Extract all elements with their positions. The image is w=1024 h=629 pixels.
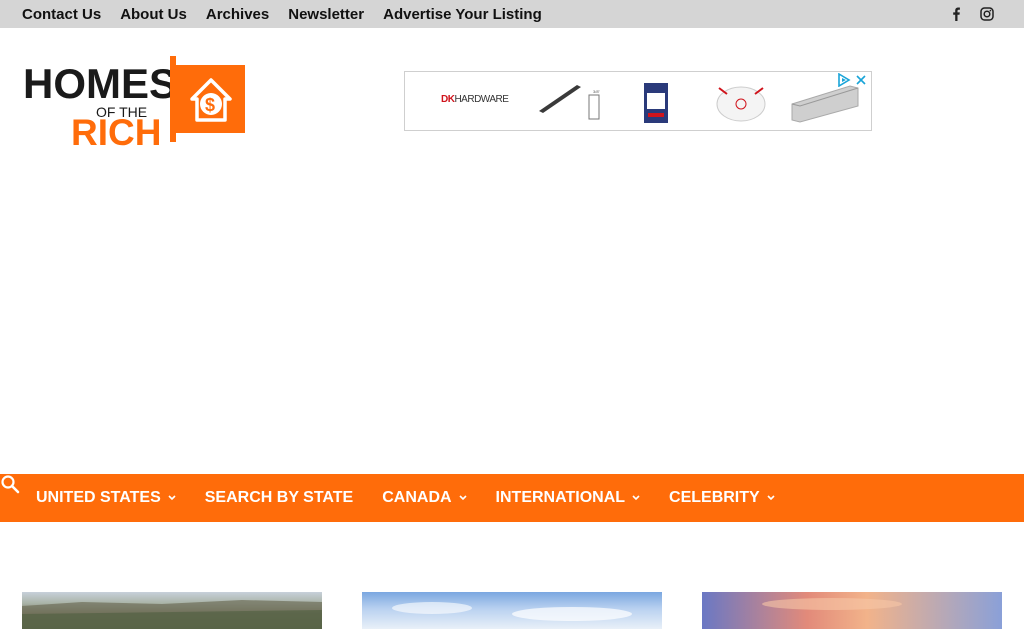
about-us-link[interactable]: About Us [120, 6, 187, 23]
nav-item-international[interactable]: INTERNATIONAL [496, 489, 640, 507]
nav-item-label: CELEBRITY [669, 489, 760, 506]
nav-item-search-by-state[interactable]: SEARCH BY STATE [205, 489, 353, 507]
newsletter-link[interactable]: Newsletter [288, 6, 364, 23]
top-bar: Contact Us About Us Archives Newsletter … [0, 0, 1024, 28]
nav-item-label: CANADA [382, 489, 452, 506]
top-links: Contact Us About Us Archives Newsletter … [22, 0, 561, 28]
nav-item-united-states[interactable]: UNITED STATES [36, 489, 176, 507]
ad-choices-icon[interactable] [837, 73, 851, 87]
nav-item-celebrity[interactable]: CELEBRITY [669, 489, 775, 507]
ad-brand-logo: DKHARDWARE [441, 94, 509, 105]
nav-item-canada[interactable]: CANADA [382, 489, 467, 507]
logo-text-homes: HOMES [23, 60, 177, 107]
dollar-icon: $ [205, 95, 215, 115]
article-thumbnail[interactable] [362, 592, 662, 629]
site-logo[interactable]: HOMES OF THE RICH $ [22, 54, 248, 153]
svg-text:3/8": 3/8" [593, 89, 601, 94]
close-icon[interactable] [855, 74, 867, 86]
ad-product-box [644, 83, 668, 123]
instagram-icon[interactable] [980, 7, 994, 21]
search-button[interactable] [0, 474, 22, 496]
nav-item-label: SEARCH BY STATE [204, 489, 354, 506]
chevron-down-icon [632, 495, 640, 501]
chevron-down-icon [168, 495, 176, 501]
advertise-listing-link[interactable]: Advertise Your Listing [383, 6, 542, 23]
logo-text-rich: RICH [71, 112, 161, 150]
ad-product-mask [716, 86, 766, 122]
chevron-down-icon [767, 495, 775, 501]
contact-us-link[interactable]: Contact Us [22, 6, 101, 23]
archives-link[interactable]: Archives [206, 6, 269, 23]
ad-product-trim: 3/8" [539, 85, 601, 120]
ad-brand-hardware: HARDWARE [454, 94, 509, 105]
main-nav: UNITED STATES SEARCH BY STATE CANADA INT… [0, 474, 1024, 522]
social-links [951, 0, 994, 28]
ad-choices[interactable] [837, 73, 867, 87]
nav-item-label: UNITED STATES [36, 489, 161, 506]
nav-items: UNITED STATES SEARCH BY STATE CANADA INT… [36, 474, 804, 522]
search-icon[interactable] [0, 474, 20, 494]
ad-banner[interactable]: DKHARDWARE 3/8" [404, 71, 872, 131]
article-thumbnail[interactable] [22, 592, 322, 629]
chevron-down-icon [458, 495, 467, 501]
nav-item-label: INTERNATIONAL [495, 489, 626, 506]
ad-brand-dk: DK [441, 94, 455, 105]
facebook-icon[interactable] [951, 7, 961, 21]
article-thumbnail[interactable] [702, 592, 1002, 629]
